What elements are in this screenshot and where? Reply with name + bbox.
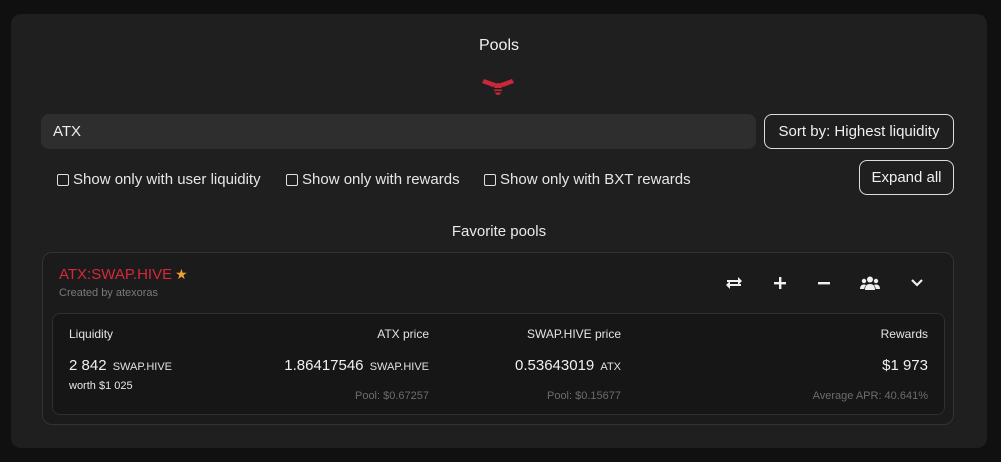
- users-icon[interactable]: [859, 272, 881, 294]
- filter-user-liquidity[interactable]: Show only with user liquidity: [57, 171, 261, 188]
- favorite-pools-heading: Favorite pools: [451, 223, 547, 240]
- swap-hive-price-value: 0.53643019 ATX: [515, 357, 621, 374]
- rewards-value: $1 973: [882, 357, 928, 374]
- rewards-label: Rewards: [880, 327, 928, 341]
- filter-label: Show only with BXT rewards: [500, 171, 691, 188]
- sort-button[interactable]: Sort by: Highest liquidity: [764, 114, 954, 149]
- filter-bxt-rewards[interactable]: Show only with BXT rewards: [484, 171, 691, 188]
- average-apr: Average APR: 40.641%: [812, 390, 928, 402]
- search-input[interactable]: [53, 123, 744, 140]
- swap-hive-pool-price: Pool: $0.15677: [546, 390, 621, 402]
- swap-hive-price-label: SWAP.HIVE price: [526, 327, 621, 341]
- atx-price-value: 1.86417546 SWAP.HIVE: [284, 357, 429, 374]
- atx-price-label: ATX price: [377, 327, 429, 341]
- pool-creator: Created by atexoras: [59, 287, 159, 299]
- expand-all-button[interactable]: Expand all: [859, 160, 954, 195]
- swap-icon[interactable]: [723, 272, 745, 294]
- swap-hive-price-amount: 0.53643019: [515, 357, 595, 374]
- filter-rewards[interactable]: Show only with rewards: [286, 171, 460, 188]
- bee-logo-icon: [481, 76, 515, 98]
- liquidity-label: Liquidity: [69, 327, 114, 341]
- liquidity-worth: worth $1 025: [69, 380, 133, 392]
- liquidity-value: 2 842 SWAP.HIVE: [69, 357, 172, 374]
- pools-panel: Pools Sort by: Highest liquidity Show on…: [11, 14, 987, 448]
- pool-details: Liquidity 2 842 SWAP.HIVE worth $1 025 A…: [52, 313, 945, 415]
- checkbox[interactable]: [484, 173, 496, 186]
- plus-icon[interactable]: [769, 272, 791, 294]
- swap-hive-price-unit: ATX: [600, 361, 621, 373]
- checkbox[interactable]: [57, 173, 69, 186]
- search-field[interactable]: [41, 114, 756, 149]
- atx-pool-price: Pool: $0.67257: [354, 390, 429, 402]
- filter-label: Show only with rewards: [302, 171, 460, 188]
- liquidity-amount: 2 842: [69, 357, 107, 374]
- chevron-down-icon[interactable]: [906, 272, 928, 294]
- pool-name[interactable]: ATX:SWAP.HIVE ★: [59, 266, 188, 283]
- checkbox[interactable]: [286, 173, 298, 186]
- atx-price-amount: 1.86417546: [284, 357, 364, 374]
- pool-name-label[interactable]: ATX:SWAP.HIVE: [59, 266, 172, 283]
- liquidity-unit: SWAP.HIVE: [112, 361, 173, 373]
- minus-icon[interactable]: [813, 272, 835, 294]
- atx-price-unit: SWAP.HIVE: [369, 361, 429, 373]
- star-icon[interactable]: ★: [175, 266, 188, 283]
- filter-label: Show only with user liquidity: [73, 171, 261, 188]
- pool-card: ATX:SWAP.HIVE ★ Created by atexoras Liqu…: [42, 252, 954, 425]
- page-title: Pools: [478, 37, 520, 54]
